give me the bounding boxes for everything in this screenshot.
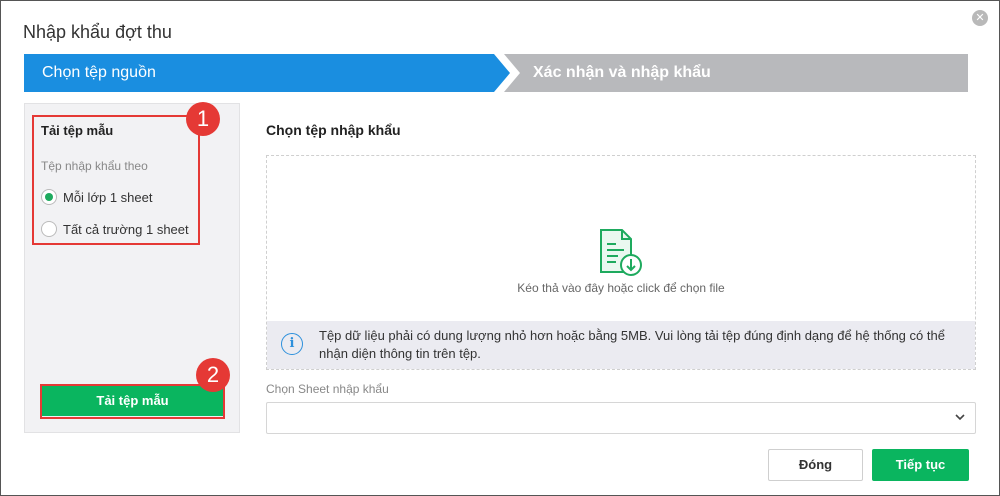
radio-all-school-sheet[interactable]: Tất cả trường 1 sheet [41, 219, 189, 239]
close-button[interactable]: Đóng [768, 449, 863, 481]
radio-label: Mỗi lớp 1 sheet [63, 189, 153, 205]
template-panel-title: Tải tệp mẫu [41, 123, 114, 138]
step-label: Chọn tệp nguồn [42, 64, 156, 81]
continue-button[interactable]: Tiếp tục [872, 449, 969, 481]
chevron-down-icon[interactable] [953, 412, 967, 422]
file-download-icon [600, 229, 642, 276]
radio-unchecked-icon[interactable] [41, 221, 57, 237]
highlight-box [40, 384, 225, 419]
radio-per-class-sheet[interactable]: Mỗi lớp 1 sheet [41, 187, 152, 207]
info-icon: i [281, 333, 303, 355]
upload-heading: Chọn tệp nhập khẩu [266, 122, 401, 138]
template-panel-subtitle: Tệp nhập khẩu theo [41, 159, 148, 173]
annotation-badge-1: 1 [186, 102, 220, 136]
step-label: Xác nhận và nhập khẩu [533, 64, 711, 81]
dropzone-hint: Kéo thả vào đây hoặc click để chọn file [517, 281, 725, 295]
annotation-badge-2: 2 [196, 358, 230, 392]
radio-label: Tất cả trường 1 sheet [63, 221, 189, 237]
close-icon[interactable]: ✕ [972, 10, 988, 26]
radio-checked-icon[interactable] [41, 189, 57, 205]
dialog-title: Nhập khẩu đợt thu [23, 22, 172, 42]
step-choose-source: Chọn tệp nguồn [24, 54, 510, 92]
info-text: Tệp dữ liệu phải có dung lượng nhỏ hơn h… [319, 328, 945, 361]
sheet-select[interactable] [266, 402, 976, 434]
sheet-select-label: Chọn Sheet nhập khẩu [266, 382, 389, 396]
step-confirm-import: Xác nhận và nhập khẩu [499, 54, 968, 92]
wizard-steps: Xác nhận và nhập khẩu Chọn tệp nguồn [24, 54, 968, 92]
